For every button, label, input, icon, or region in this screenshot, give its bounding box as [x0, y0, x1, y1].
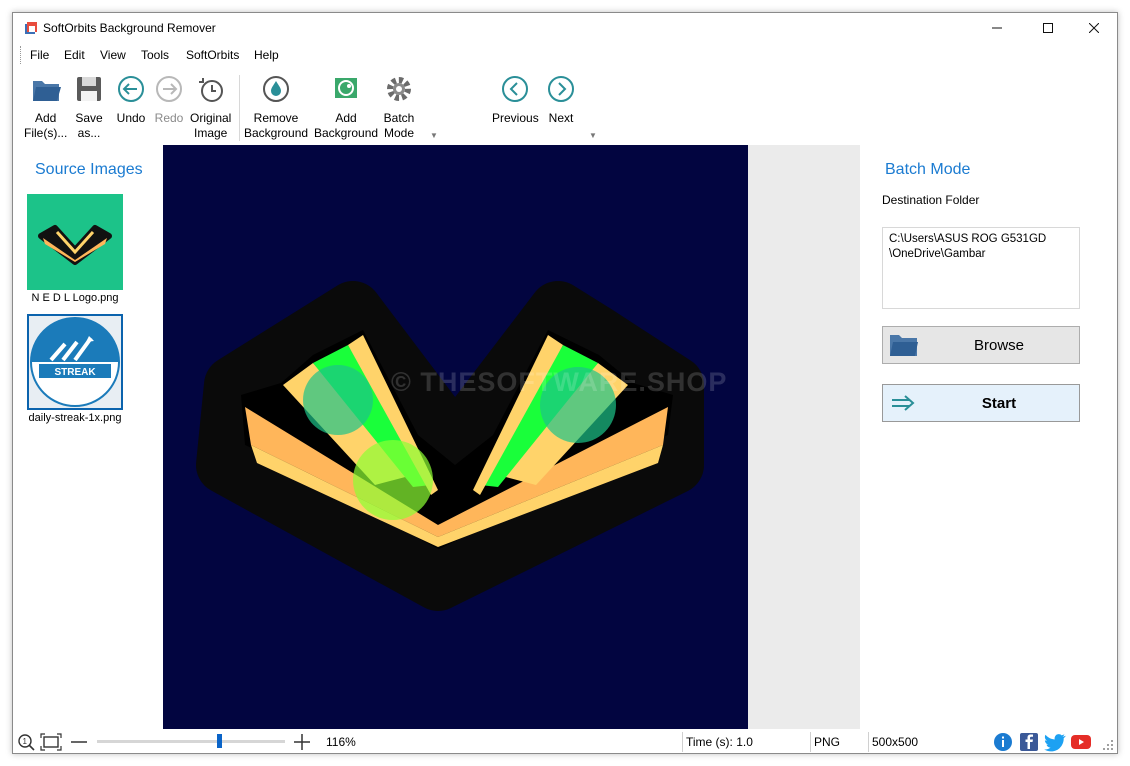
zoom-level: 116%	[326, 735, 356, 749]
chevron-left-icon	[502, 76, 529, 102]
folder-open-icon	[890, 335, 918, 356]
floppy-disk-icon	[77, 77, 101, 101]
add-background-label: Add Background	[314, 111, 379, 140]
source-images-panel: Source Images N E D L Logo.png STREAK da…	[13, 145, 163, 729]
nedl-logo-thumbnail-image	[27, 194, 123, 290]
menu-softorbits[interactable]: SoftOrbits	[186, 48, 239, 62]
toolbar-overflow-arrow-2[interactable]: ▼	[589, 131, 597, 140]
remove-background-button[interactable]: Remove Background	[244, 73, 308, 141]
resize-grip-icon[interactable]	[1101, 738, 1115, 752]
window-title: SoftOrbits Background Remover	[43, 21, 216, 35]
add-background-button[interactable]: Add Background	[314, 73, 378, 141]
next-label: Next	[548, 111, 574, 125]
thumbnail-label-nedl: N E D L Logo.png	[31, 292, 119, 304]
title-bar: SoftOrbits Background Remover	[13, 13, 1117, 43]
zoom-actual-size-icon[interactable]: 1	[17, 733, 35, 751]
remove-background-label: Remove Background	[244, 111, 309, 140]
zoom-slider-thumb[interactable]	[216, 734, 222, 748]
previous-button[interactable]: Previous	[492, 73, 539, 126]
facebook-icon[interactable]	[1019, 732, 1039, 752]
preview-image[interactable]: © THESOFTWARE.SHOP	[163, 145, 748, 729]
watermark-text: © THESOFTWARE.SHOP	[391, 367, 728, 397]
undo-arrow-icon	[118, 76, 144, 102]
add-files-label: Add File(s)...	[24, 111, 68, 140]
original-image-button[interactable]: Original Image	[190, 73, 231, 141]
zoom-in-icon[interactable]	[293, 733, 311, 751]
image-format: PNG	[814, 735, 841, 749]
thumbnail-label-streak: daily-streak-1x.png	[28, 412, 122, 424]
youtube-icon[interactable]	[1070, 733, 1092, 751]
canvas-area[interactable]: © THESOFTWARE.SHOP	[163, 145, 860, 729]
maximize-button[interactable]	[1025, 13, 1071, 43]
menu-tools[interactable]: Tools	[141, 48, 169, 62]
chevron-right-icon	[548, 76, 574, 102]
arrow-right-icon	[892, 395, 915, 411]
svg-text:1: 1	[23, 737, 28, 746]
start-button[interactable]: Start	[882, 384, 1080, 422]
thumbnail-daily-streak[interactable]: STREAK	[27, 314, 123, 410]
app-icon	[25, 22, 37, 34]
menu-view[interactable]: View	[100, 48, 126, 62]
undo-button[interactable]: Undo	[115, 73, 147, 126]
toolbar: Add File(s)... Save as... Undo Redo Orig…	[13, 69, 1117, 145]
source-images-title: Source Images	[35, 161, 143, 178]
streak-badge-text: STREAK	[54, 367, 96, 378]
batch-mode-label: Batch Mode	[383, 111, 415, 140]
streak-badge-thumbnail-image	[29, 316, 121, 408]
add-files-button[interactable]: Add File(s)...	[24, 73, 67, 141]
maximize-icon	[1043, 23, 1053, 33]
fit-to-window-icon[interactable]	[40, 733, 62, 751]
next-button[interactable]: Next	[545, 73, 577, 126]
water-drop-icon	[263, 76, 290, 102]
redo-label: Redo	[154, 111, 184, 125]
close-button[interactable]	[1071, 13, 1117, 43]
undo-label: Undo	[116, 111, 146, 125]
menu-bar: File Edit View Tools SoftOrbits Help	[13, 43, 1117, 67]
status-divider	[810, 732, 811, 752]
browse-button[interactable]: Browse	[882, 326, 1080, 364]
original-image-label: Original Image	[190, 111, 232, 140]
gear-icon	[387, 77, 411, 101]
minimize-button[interactable]	[974, 13, 1020, 43]
destination-folder-label: Destination Folder	[882, 193, 980, 207]
toolbar-overflow-arrow[interactable]: ▼	[430, 131, 438, 140]
minimize-icon	[992, 27, 1002, 29]
batch-mode-panel: Batch Mode Destination Folder C:\Users\A…	[860, 145, 1117, 729]
redo-button[interactable]: Redo	[153, 73, 185, 126]
thumbnail-nedl-logo[interactable]	[27, 194, 123, 290]
status-bar: 1 116% Time (s): 1.0 PNG 500x500	[13, 729, 1117, 753]
twitter-icon[interactable]	[1044, 732, 1066, 752]
restore-clock-icon	[198, 78, 223, 102]
save-as-button[interactable]: Save as...	[73, 73, 105, 141]
toolbar-separator	[239, 75, 240, 141]
previous-label: Previous	[492, 111, 539, 125]
menu-edit[interactable]: Edit	[64, 48, 85, 62]
folder-open-icon	[32, 81, 61, 101]
close-icon	[1089, 23, 1099, 33]
destination-folder-field[interactable]: C:\Users\ASUS ROG G531GD \OneDrive\Gamba…	[882, 227, 1080, 309]
batch-mode-button[interactable]: Batch Mode	[383, 73, 415, 141]
batch-mode-title: Batch Mode	[885, 161, 971, 178]
redo-arrow-icon	[156, 76, 182, 102]
zoom-slider-track[interactable]	[97, 740, 285, 743]
picture-add-icon	[335, 78, 358, 98]
menu-help[interactable]: Help	[254, 48, 279, 62]
info-icon[interactable]	[993, 732, 1013, 752]
menu-file[interactable]: File	[30, 48, 49, 62]
menu-grip	[20, 46, 21, 64]
processing-time: Time (s): 1.0	[686, 735, 753, 749]
image-dimensions: 500x500	[872, 735, 919, 749]
status-divider	[868, 732, 869, 752]
nedl-logo-preview	[196, 281, 704, 611]
save-as-label: Save as...	[75, 111, 103, 140]
status-divider	[682, 732, 683, 752]
zoom-out-icon[interactable]	[70, 734, 88, 750]
app-window: SoftOrbits Background Remover File Edit …	[12, 12, 1118, 754]
